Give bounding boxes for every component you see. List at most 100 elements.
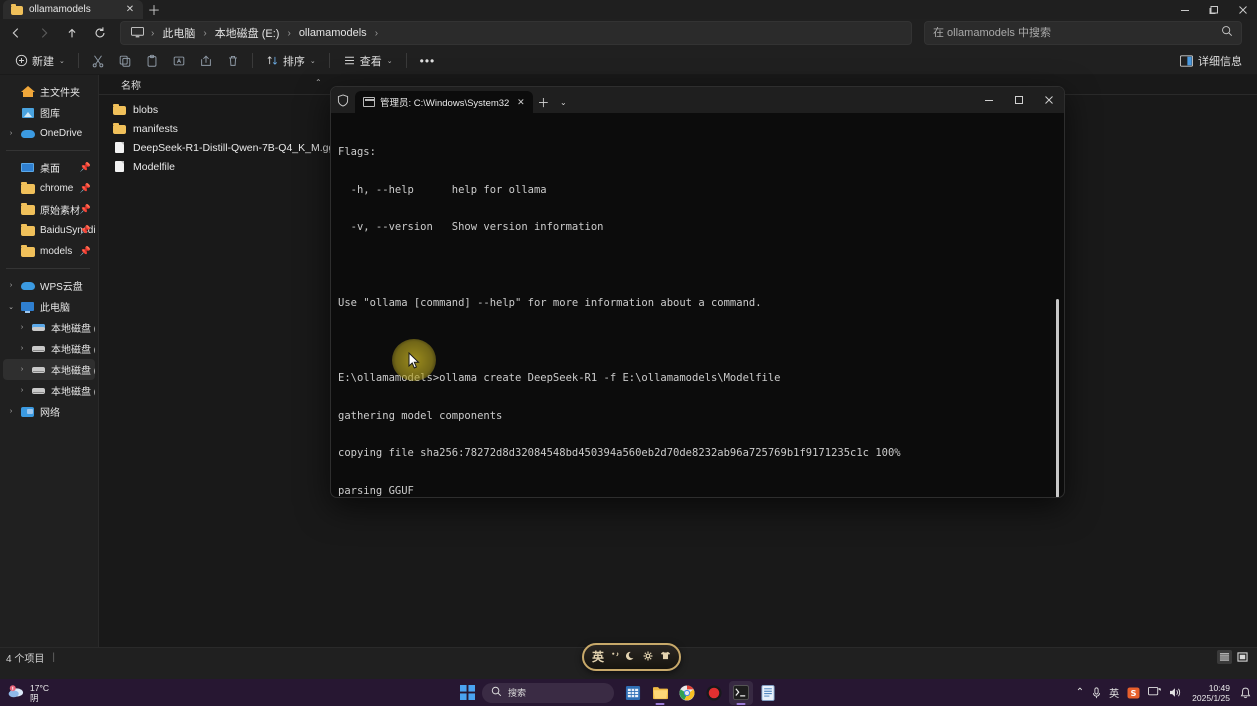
- sidebar-item-models[interactable]: models 📌: [3, 241, 95, 262]
- breadcrumb-item-this-pc[interactable]: 此电脑: [157, 23, 200, 43]
- close-button[interactable]: [1228, 0, 1257, 19]
- maximize-button[interactable]: [1004, 87, 1034, 113]
- paste-button[interactable]: [139, 50, 165, 72]
- breadcrumb-item-ollamamodels[interactable]: ollamamodels: [294, 25, 372, 41]
- sidebar-item-label: models: [40, 246, 72, 257]
- expand-chevron-icon[interactable]: ›: [5, 130, 17, 137]
- breadcrumb[interactable]: › 此电脑 › 本地磁盘 (E:) › ollamamodels ›: [120, 21, 912, 45]
- chrome-icon[interactable]: [675, 681, 699, 705]
- excel-icon[interactable]: [621, 681, 645, 705]
- expand-chevron-icon[interactable]: ›: [5, 408, 17, 415]
- sidebar-item-gallery[interactable]: 图库: [3, 102, 95, 123]
- punctuation-icon[interactable]: [611, 651, 620, 663]
- delete-button[interactable]: [220, 50, 246, 72]
- terminal-scrollbar[interactable]: [1056, 299, 1059, 498]
- start-button[interactable]: [455, 681, 479, 705]
- rename-button[interactable]: [166, 50, 192, 72]
- pin-icon[interactable]: 📌: [80, 162, 91, 173]
- ime-indicator[interactable]: 英: [1109, 685, 1119, 700]
- skin-icon[interactable]: [660, 651, 671, 663]
- taskbar-search[interactable]: 搜索: [482, 683, 614, 703]
- sidebar-item-chrome[interactable]: chrome 📌: [3, 178, 95, 199]
- ime-mode-label[interactable]: 英: [592, 651, 604, 663]
- ime-floating-toolbar[interactable]: 英: [582, 643, 681, 671]
- cut-button[interactable]: [85, 50, 111, 72]
- minimize-button[interactable]: [974, 87, 1004, 113]
- network-icon: [21, 405, 36, 419]
- sort-button[interactable]: 排序 ⌄: [259, 50, 323, 72]
- sidebar-item-drive-e[interactable]: › 本地磁盘 (E:): [3, 359, 95, 380]
- weather-widget[interactable]: 17°C 阴: [0, 683, 120, 703]
- breadcrumb-separator: ›: [286, 28, 291, 39]
- sidebar-item-onedrive[interactable]: › OneDrive: [3, 123, 95, 144]
- sogou-icon[interactable]: S: [1127, 687, 1140, 699]
- search-input[interactable]: [933, 27, 1203, 39]
- share-button[interactable]: [193, 50, 219, 72]
- sidebar-divider: [6, 150, 90, 151]
- expand-chevron-icon[interactable]: ›: [5, 282, 17, 289]
- expand-chevron-icon[interactable]: ›: [16, 366, 28, 373]
- new-button[interactable]: 新建 ⌄: [8, 50, 72, 72]
- display-icon[interactable]: [1148, 687, 1161, 698]
- terminal-icon[interactable]: [729, 681, 753, 705]
- maximize-button[interactable]: [1199, 0, 1228, 19]
- tray-overflow-button[interactable]: ⌃: [1076, 687, 1084, 698]
- pin-icon[interactable]: 📌: [80, 246, 91, 257]
- sidebar-item-drive-f[interactable]: › 本地磁盘 (F:): [3, 380, 95, 401]
- chevron-down-icon[interactable]: ⌄: [553, 91, 573, 113]
- sidebar-item-baidusyncdisk[interactable]: BaiduSyncdisk 📌: [3, 220, 95, 241]
- expand-chevron-icon[interactable]: ›: [16, 387, 28, 394]
- moon-icon[interactable]: [626, 651, 636, 664]
- refresh-button[interactable]: [86, 21, 114, 45]
- file-explorer-icon[interactable]: [648, 681, 672, 705]
- terminal-new-tab-button[interactable]: ＋: [533, 91, 553, 113]
- up-button[interactable]: [58, 21, 86, 45]
- clock[interactable]: 10:49 2025/1/25: [1192, 683, 1230, 703]
- back-button[interactable]: [2, 21, 30, 45]
- this-pc-icon[interactable]: [127, 25, 148, 41]
- sidebar-item-source-material[interactable]: 原始素材 📌: [3, 199, 95, 220]
- large-icons-view-button[interactable]: [1235, 650, 1250, 664]
- copy-button[interactable]: [112, 50, 138, 72]
- close-icon[interactable]: ✕: [514, 97, 527, 108]
- search-box[interactable]: [924, 21, 1242, 45]
- volume-icon[interactable]: [1169, 687, 1182, 698]
- terminal-output[interactable]: Flags: -h, --help help for ollama -v, --…: [331, 113, 1064, 498]
- terminal-tab[interactable]: 管理员: C:\Windows\System32 ✕: [355, 91, 533, 113]
- sidebar-item-desktop[interactable]: 桌面 📌: [3, 157, 95, 178]
- details-view-button[interactable]: [1217, 650, 1232, 664]
- microphone-icon[interactable]: [1092, 687, 1101, 699]
- sidebar-item-network[interactable]: › 网络: [3, 401, 95, 422]
- bell-icon[interactable]: [1240, 687, 1251, 699]
- expand-chevron-icon[interactable]: ›: [16, 324, 28, 331]
- view-button[interactable]: 查看 ⌄: [336, 50, 400, 72]
- drive-icon: [32, 363, 47, 377]
- pin-icon[interactable]: 📌: [80, 225, 91, 236]
- column-header-name[interactable]: 名称: [99, 77, 141, 92]
- pin-icon[interactable]: 📌: [80, 183, 91, 194]
- search-icon[interactable]: [1221, 24, 1233, 42]
- explorer-tab-ollamamodels[interactable]: ollamamodels ✕: [3, 0, 143, 19]
- close-icon[interactable]: ✕: [123, 3, 137, 17]
- new-tab-button[interactable]: ＋: [143, 1, 165, 19]
- more-options-button[interactable]: •••: [413, 50, 443, 72]
- forward-button[interactable]: [30, 21, 58, 45]
- pin-icon[interactable]: 📌: [80, 204, 91, 215]
- gear-icon[interactable]: [643, 651, 653, 664]
- notepad-icon[interactable]: [756, 681, 780, 705]
- sidebar-item-home[interactable]: 主文件夹: [3, 81, 95, 102]
- sidebar-item-wps-cloud[interactable]: › WPS云盘: [3, 275, 95, 296]
- sidebar-item-label: chrome: [40, 183, 73, 194]
- navigation-pane[interactable]: 主文件夹 图库 › OneDrive 桌面 📌: [0, 75, 99, 647]
- sidebar-item-this-pc[interactable]: ⌄ 此电脑: [3, 296, 95, 317]
- close-button[interactable]: [1034, 87, 1064, 113]
- details-pane-button[interactable]: 详细信息: [1173, 50, 1249, 72]
- expand-chevron-icon[interactable]: ›: [16, 345, 28, 352]
- breadcrumb-item-drive-e[interactable]: 本地磁盘 (E:): [210, 23, 285, 43]
- toolbar-divider: [406, 53, 407, 68]
- sidebar-item-drive-c[interactable]: › 本地磁盘 (C:): [3, 317, 95, 338]
- collapse-chevron-icon[interactable]: ⌄: [5, 303, 17, 311]
- sidebar-item-drive-d[interactable]: › 本地磁盘 (D:): [3, 338, 95, 359]
- minimize-button[interactable]: [1170, 0, 1199, 19]
- recorder-icon[interactable]: [702, 681, 726, 705]
